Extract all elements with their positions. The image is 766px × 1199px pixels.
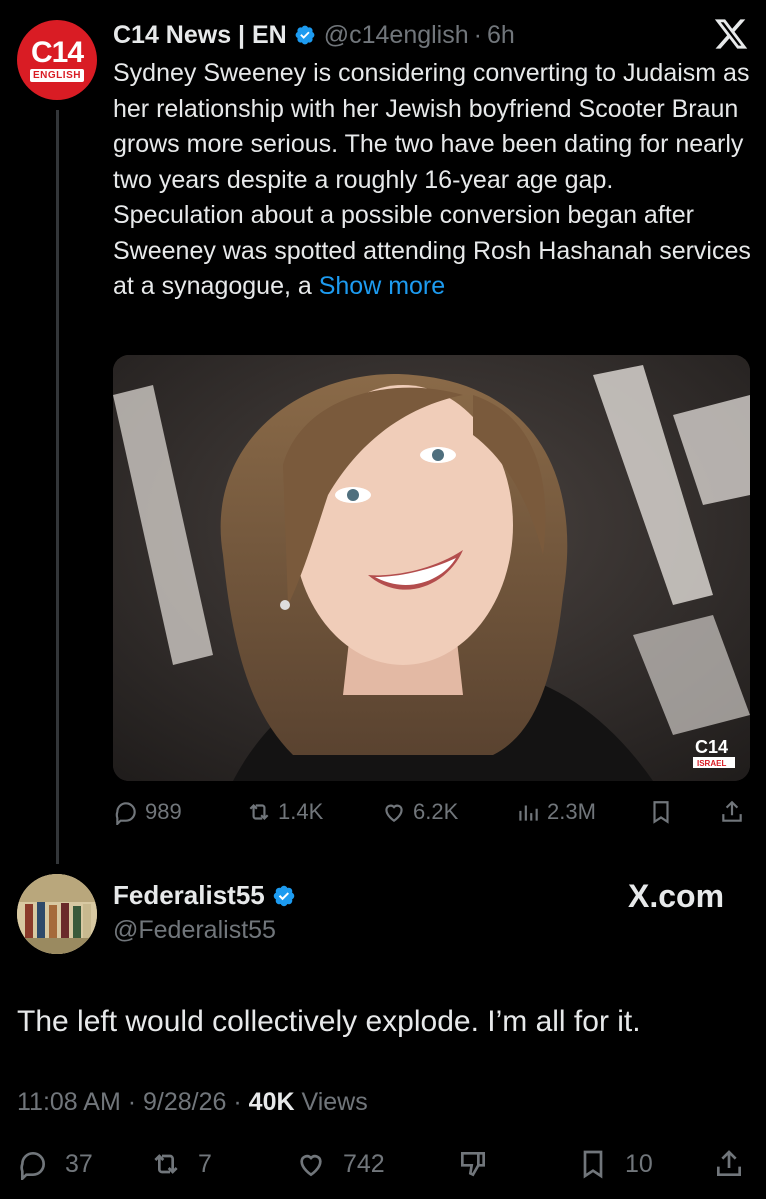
repost-count: 7 <box>198 1149 212 1178</box>
share-icon <box>717 1150 741 1176</box>
main-tweet-text: The left would collectively explode. I’m… <box>17 1005 641 1038</box>
watermark-c14: C14 <box>695 737 728 757</box>
x-logo-icon[interactable] <box>713 16 749 52</box>
avatar-logo-text: C14 <box>30 36 84 69</box>
bookmark-button[interactable]: 10 <box>577 1144 653 1184</box>
dislike-icon <box>461 1152 485 1177</box>
bookmark-icon <box>583 1150 603 1179</box>
reply-icon <box>115 802 136 825</box>
meta-separator-2: · <box>233 1088 242 1116</box>
dislike-button[interactable] <box>457 1144 505 1184</box>
repost-button[interactable]: 1.4K <box>246 794 323 830</box>
main-tweet-actions: 37 7 742 10 <box>17 1144 757 1184</box>
avatar-painting <box>17 874 97 954</box>
bookmark-count: 10 <box>625 1149 653 1178</box>
xcom-brand: X.com <box>628 878 725 914</box>
main-author-name[interactable]: Federalist55 <box>113 880 265 911</box>
verified-badge-icon <box>273 885 294 906</box>
show-more-link[interactable]: Show more <box>319 272 445 300</box>
like-button[interactable]: 6.2K <box>381 794 458 830</box>
tweet-photo[interactable]: C14 ISRAEL <box>113 355 750 781</box>
share-button[interactable] <box>713 1144 761 1184</box>
meta-separator: · <box>127 1088 137 1116</box>
quoted-tweet-actions: 989 1.4K 6.2K 2.3M <box>113 794 753 830</box>
quoted-tweet-time[interactable]: 6h <box>487 21 515 50</box>
like-icon <box>300 1154 322 1177</box>
bookmark-icon <box>653 801 669 824</box>
repost-icon <box>154 1154 178 1174</box>
quoted-paragraph-1: Sydney Sweeney is considering converting… <box>113 59 750 194</box>
dot-separator: · <box>473 20 482 49</box>
views-total: 40K <box>248 1088 295 1116</box>
like-button[interactable]: 742 <box>295 1144 385 1184</box>
tweet-date[interactable]: 9/28/26 <box>143 1088 226 1116</box>
avatar-logo-subtext: ENGLISH <box>30 69 84 82</box>
thread-line <box>56 110 59 864</box>
quoted-paragraph-2: Speculation about a possible conversion … <box>113 198 753 305</box>
repost-icon <box>249 803 269 821</box>
quoted-author-handle[interactable]: @c14english <box>324 21 469 50</box>
share-button[interactable] <box>719 794 751 830</box>
share-icon <box>722 800 742 822</box>
watermark-israel: ISRAEL <box>697 759 726 768</box>
quoted-tweet-header: C14 News | EN @c14english · 6h <box>113 18 515 52</box>
like-count: 6.2K <box>413 799 459 824</box>
photo-illustration: C14 ISRAEL <box>113 355 750 781</box>
like-count: 742 <box>343 1149 385 1178</box>
tweet-metadata: 11:08 AM · 9/28/26 · 40K Views <box>17 1088 368 1117</box>
quoted-tweet-text: Sydney Sweeney is considering converting… <box>113 56 753 305</box>
quoted-author-name[interactable]: C14 News | EN <box>113 21 287 50</box>
views-label: Views <box>301 1088 368 1116</box>
reply-count: 989 <box>145 799 182 824</box>
tweet-time[interactable]: 11:08 AM <box>17 1088 121 1116</box>
reply-button[interactable]: 37 <box>17 1144 93 1184</box>
verified-badge-icon <box>295 25 315 45</box>
like-icon <box>385 804 403 822</box>
reply-button[interactable]: 989 <box>113 794 182 830</box>
reply-count: 37 <box>65 1149 93 1178</box>
reply-icon <box>20 1151 45 1180</box>
views-icon <box>519 805 538 821</box>
federalist55-avatar[interactable] <box>17 874 97 954</box>
views-count: 2.3M <box>547 799 596 824</box>
repost-button[interactable]: 7 <box>150 1144 212 1184</box>
main-author: Federalist55 <box>113 880 296 911</box>
repost-count: 1.4K <box>278 799 324 824</box>
views-button[interactable]: 2.3M <box>515 794 596 830</box>
bookmark-button[interactable] <box>648 794 680 830</box>
main-author-handle[interactable]: @Federalist55 <box>113 916 276 945</box>
c14-avatar[interactable]: C14 ENGLISH <box>17 20 97 100</box>
